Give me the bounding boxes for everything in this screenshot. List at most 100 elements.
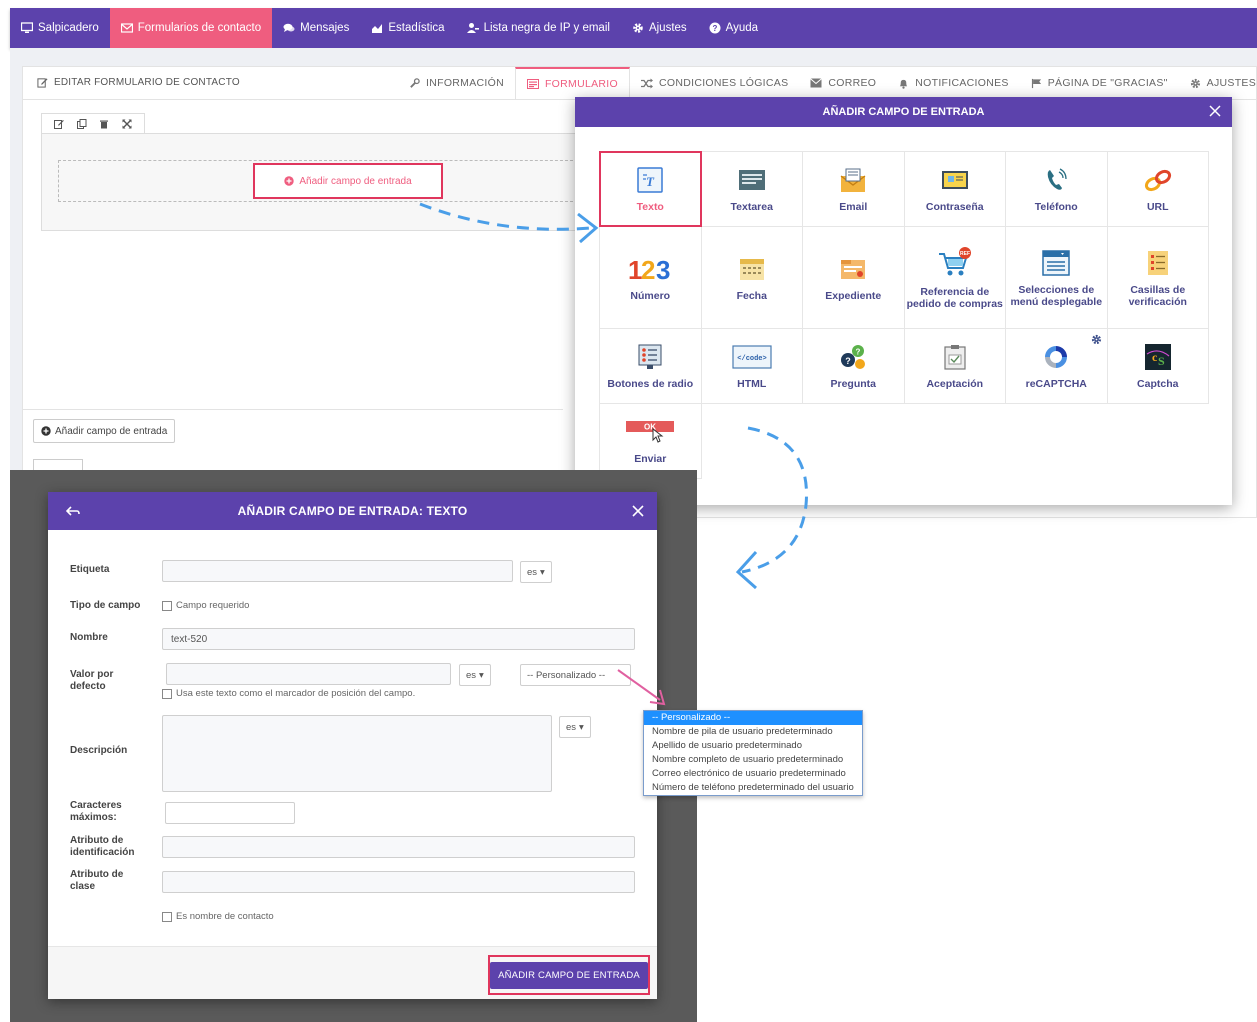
field-type-acceptance[interactable]: Aceptación (903, 328, 1006, 404)
field-type-url[interactable]: URL (1106, 151, 1209, 227)
nav-item-statistics[interactable]: Estadística (360, 8, 455, 48)
close-icon[interactable] (631, 504, 645, 518)
question-bubble-icon: ?? (841, 345, 866, 369)
class-attribute-input[interactable] (162, 871, 635, 893)
nav-label: Lista negra de IP y email (483, 22, 610, 34)
default-type-select[interactable]: -- Personalizado -- (520, 664, 631, 686)
field-type-dropdown[interactable]: Selecciones de menú desplegable (1005, 226, 1108, 329)
field-type-label: URL (1146, 201, 1169, 213)
nav-item-settings[interactable]: Ajustes (621, 8, 698, 48)
field-type-date[interactable]: Fecha (700, 226, 803, 329)
nombre-input[interactable]: text-520 (162, 628, 635, 650)
text-modal-title: AÑADIR CAMPO DE ENTRADA: TEXTO (237, 504, 468, 518)
tab-form[interactable]: FORMULARIO (514, 67, 630, 99)
expand-icon[interactable] (122, 119, 132, 129)
checkbox-label: Campo requerido (176, 600, 250, 611)
tab-thank-you-page[interactable]: PÁGINA DE "GRACIAS" (1020, 67, 1179, 99)
field-type-label: reCAPTCHA (1025, 378, 1087, 390)
nombre-value: text-520 (171, 633, 208, 645)
nav-label: Estadística (388, 22, 445, 34)
field-type-captcha[interactable]: cS Captcha (1106, 328, 1209, 404)
dropdown-option[interactable]: Nombre de pila de usuario predeterminado (644, 725, 862, 739)
dropdown-option[interactable]: Nombre completo de usuario predeterminad… (644, 753, 862, 767)
label-line: Atributo de (70, 835, 124, 846)
field-type-text[interactable]: T Texto (599, 151, 702, 227)
screenshot-stage: Salpicadero Formularios de contacto Mens… (0, 0, 1257, 1022)
phone-icon (1048, 168, 1067, 190)
label-atributo-clase: Atributo de clase (70, 869, 123, 893)
nav-item-blacklist[interactable]: Lista negra de IP y email (456, 8, 621, 48)
field-type-phone[interactable]: Teléfono (1005, 151, 1108, 227)
back-arrow-icon[interactable] (66, 504, 80, 518)
label-line: Valor por (70, 669, 114, 680)
lang-value: es (527, 566, 538, 578)
dropdown-option[interactable]: Número de teléfono predeterminado del us… (644, 781, 862, 795)
contact-name-checkbox[interactable]: Es nombre de contacto (162, 911, 274, 922)
required-checkbox[interactable]: Campo requerido (162, 600, 249, 611)
etiqueta-input[interactable] (162, 560, 513, 582)
trash-icon[interactable] (99, 119, 109, 129)
dropdown-option[interactable]: -- Personalizado -- (644, 711, 862, 725)
field-type-checkboxes[interactable]: Casillas de verificación (1106, 226, 1209, 329)
dropdown-icon (1042, 249, 1070, 276)
nav-item-contact-forms[interactable]: Formularios de contacto (109, 8, 273, 48)
descripcion-textarea[interactable] (162, 715, 552, 792)
close-icon[interactable] (1208, 104, 1222, 118)
dropdown-option[interactable]: Apellido de usuario predeterminado (644, 739, 862, 753)
descripcion-lang-select[interactable]: es ▾ (559, 716, 591, 738)
field-type-purchase-order[interactable]: REF Referencia de pedido de compras (903, 226, 1006, 329)
field-type-label: Expediente (825, 289, 882, 302)
default-value-dropdown: -- Personalizado -- Nombre de pila de us… (643, 710, 863, 796)
nav-item-messages[interactable]: Mensajes (272, 8, 360, 48)
etiqueta-lang-select[interactable]: es ▾ (520, 561, 552, 583)
add-field-center-label: Añadir campo de entrada (299, 175, 412, 187)
placeholder-checkbox[interactable]: Usa este texto como el marcador de posic… (162, 688, 415, 699)
caret-down-icon: ▾ (479, 669, 484, 681)
default-lang-select[interactable]: es ▾ (459, 664, 491, 686)
user-block-icon (466, 23, 479, 33)
field-type-recaptcha[interactable]: reCAPTCHA (1005, 328, 1108, 404)
checkbox-box[interactable] (162, 600, 172, 611)
checkbox-box[interactable] (162, 911, 172, 922)
field-type-password[interactable]: Contraseña (903, 151, 1006, 227)
add-field-button[interactable]: Añadir campo de entrada (33, 419, 176, 443)
add-field-submit-button[interactable]: AÑADIR CAMPO DE ENTRADA (490, 961, 648, 989)
tab-notifications[interactable]: NOTIFICACIONES (887, 67, 1019, 99)
label-caracteres: Caracteres máximos: (70, 800, 122, 824)
nav-item-dashboard[interactable]: Salpicadero (10, 8, 110, 48)
tab-settings[interactable]: AJUSTES (1179, 67, 1257, 99)
panel-title-text: EDITAR FORMULARIO DE CONTACTO (54, 77, 240, 88)
add-field-center-button[interactable]: Añadir campo de entrada (253, 163, 443, 199)
submit-icon: OK (626, 421, 675, 443)
clipboard-check-icon (944, 345, 966, 370)
dropdown-option[interactable]: Correo electrónico de usuario predetermi… (644, 767, 862, 781)
label-line: clase (70, 881, 96, 892)
field-type-email[interactable]: Email (802, 151, 905, 227)
field-type-html[interactable]: </code> HTML (700, 328, 803, 404)
tab-mail[interactable]: CORREO (799, 67, 887, 99)
field-type-number[interactable]: 123 Número (599, 226, 702, 329)
field-type-textarea[interactable]: Textarea (700, 151, 803, 227)
id-attribute-input[interactable] (162, 836, 635, 858)
tab-information[interactable]: INFORMACIÓN (398, 67, 515, 99)
tab-logic-conditions[interactable]: CONDICIONES LÓGICAS (630, 67, 799, 99)
tab-label: AJUSTES (1206, 77, 1257, 89)
copy-icon[interactable] (76, 118, 87, 129)
max-chars-input[interactable] (165, 802, 295, 824)
field-type-submit[interactable]: OK Enviar (599, 403, 702, 479)
label-line: identificación (70, 847, 135, 858)
edit-icon[interactable] (54, 119, 65, 129)
svg-text:?: ? (712, 24, 717, 33)
checkbox-box[interactable] (162, 688, 172, 699)
lang-value: es (466, 669, 477, 681)
field-type-file[interactable]: Expediente (802, 226, 905, 329)
gear-icon[interactable] (1091, 334, 1102, 345)
field-type-question[interactable]: ?? Pregunta (802, 328, 905, 404)
password-icon (941, 171, 968, 189)
field-type-label: Enviar (634, 453, 667, 465)
default-value-input[interactable] (166, 663, 451, 685)
tab-label: NOTIFICACIONES (915, 77, 1009, 89)
nav-item-help[interactable]: ? Ayuda (698, 8, 769, 48)
field-picker-modal: AÑADIR CAMPO DE ENTRADA T Texto Textarea… (575, 97, 1232, 505)
field-type-radio[interactable]: Botones de radio (599, 328, 702, 404)
